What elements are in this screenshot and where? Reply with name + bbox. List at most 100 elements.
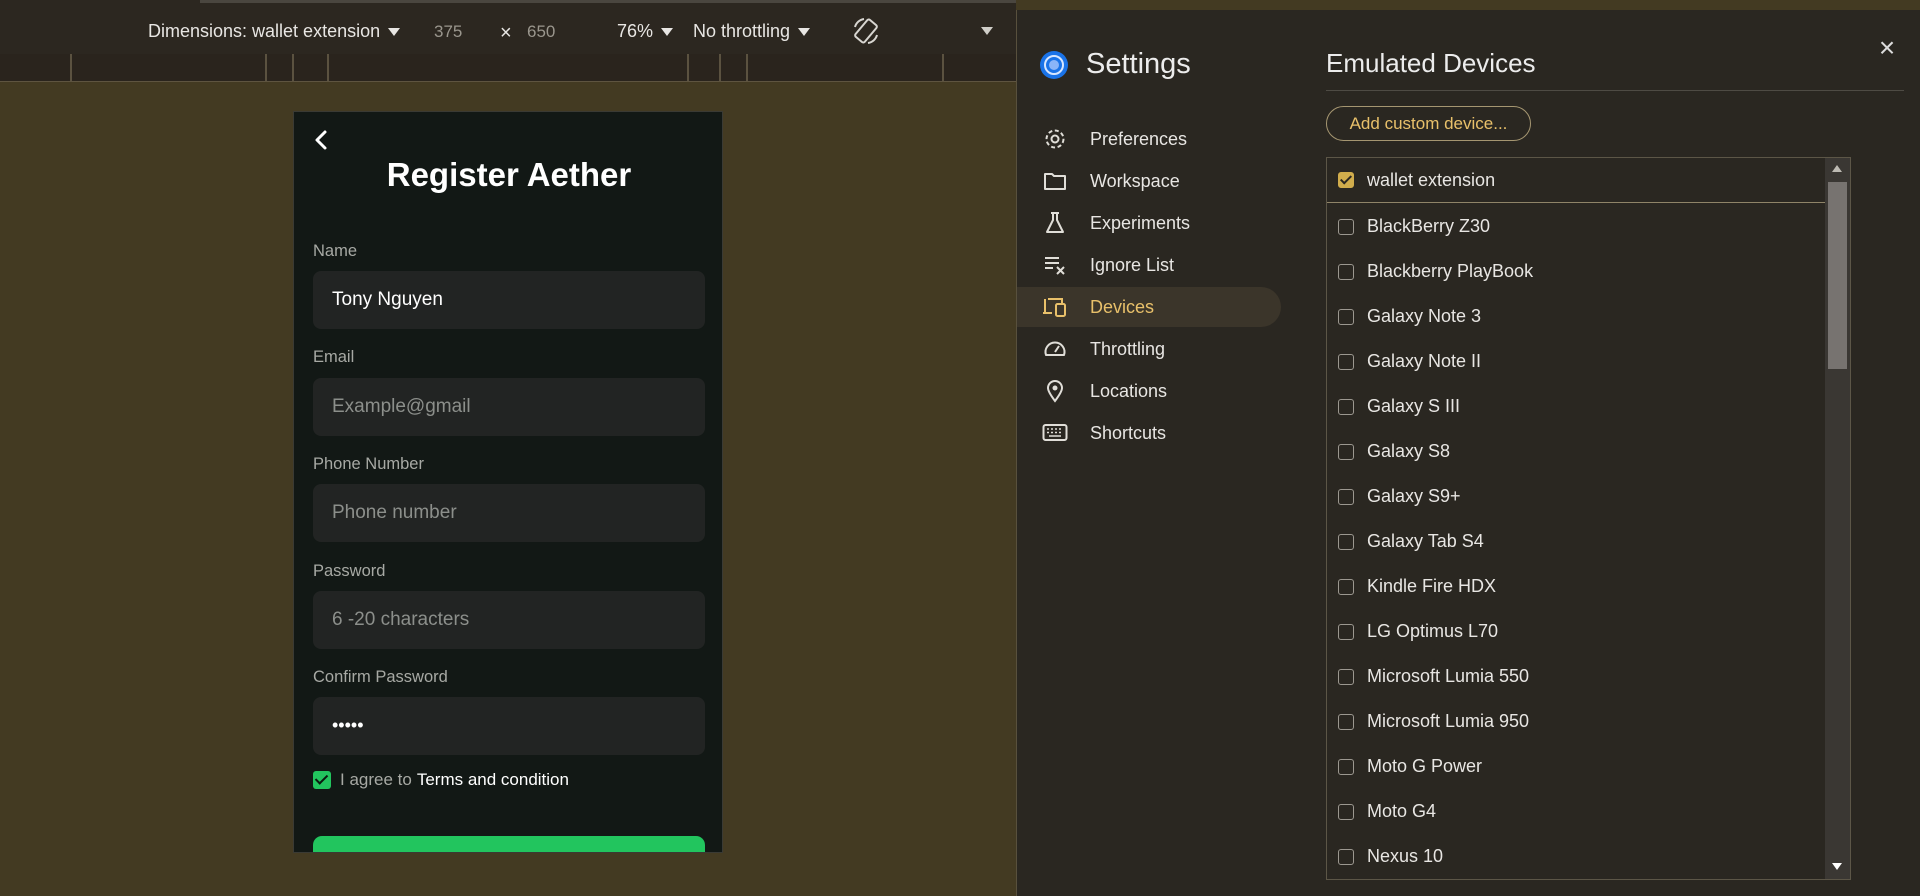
device-name: Kindle Fire HDX [1367,576,1497,596]
title-divider [1326,90,1904,91]
throttling-dropdown[interactable]: No throttling [693,21,811,42]
device-item[interactable]: Kindle Fire HDX [1327,564,1825,609]
phone-number-field[interactable]: Phone number [313,484,705,542]
nav-throttling[interactable]: Throttling [1017,329,1281,369]
device-name: Microsoft Lumia 950 [1367,711,1530,731]
device-name: Nexus 10 [1367,846,1444,866]
device-name: Blackberry PlayBook [1367,261,1534,281]
gear-icon [1042,126,1068,152]
emulated-devices-title: Emulated Devices [1326,48,1536,78]
device-list-scrollbar[interactable] [1825,158,1850,879]
device-name: wallet extension [1367,169,1496,190]
device-item[interactable]: Galaxy Note 3 [1327,294,1825,339]
nav-ignore-list[interactable]: Ignore List [1017,245,1281,285]
zoom-label: 76% [617,21,654,41]
nav-shortcuts[interactable]: Shortcuts [1017,413,1281,453]
phone-viewport: Register Aether Name Tony Nguyen Email E… [293,111,723,853]
device-item[interactable]: Moto G4 [1327,789,1825,834]
confirm-password-field[interactable]: ••••• [313,697,705,755]
device-item[interactable]: Microsoft Lumia 550 [1327,654,1825,699]
scroll-up-arrow-icon[interactable] [1832,165,1842,172]
height-input[interactable]: 650 [527,17,607,47]
chevron-down-icon [661,27,674,36]
device-item[interactable]: Galaxy Tab S4 [1327,519,1825,564]
scrollbar-thumb[interactable] [1828,182,1847,369]
device-item[interactable]: Galaxy S III [1327,384,1825,429]
email-field[interactable]: Example@gmail [313,378,705,436]
device-checkbox[interactable] [1338,533,1354,550]
device-item[interactable]: Galaxy S8 [1327,429,1825,474]
agree-prefix: I agree to [340,770,412,789]
device-item[interactable]: Moto G Power [1327,744,1825,789]
speedometer-icon [1042,336,1068,362]
device-name: Galaxy S9+ [1367,486,1461,506]
dimensions-label: Dimensions: wallet extension [148,21,381,41]
nav-experiments[interactable]: Experiments [1017,203,1281,243]
device-item[interactable]: Galaxy Note II [1327,339,1825,384]
nav-label-workspace: Workspace [1090,170,1180,191]
nav-preferences[interactable]: Preferences [1017,119,1281,159]
device-item[interactable]: Blackberry PlayBook [1327,249,1825,294]
device-checkbox[interactable] [1338,668,1354,685]
device-checkbox[interactable] [1338,218,1354,235]
device-checkbox[interactable] [1338,263,1354,280]
device-name: Galaxy S III [1367,396,1461,416]
device-checkbox[interactable] [1338,848,1354,865]
terms-agreement: I agree to Terms and condition [313,770,569,790]
settings-title: Settings [1086,48,1191,80]
nav-devices[interactable]: Devices [1017,287,1281,327]
back-chevron-icon[interactable] [312,128,332,152]
device-checkbox[interactable] [1338,578,1354,595]
dimension-times: × [500,22,512,44]
scroll-down-arrow-icon[interactable] [1832,863,1842,870]
page-title: Register Aether [386,156,632,193]
confirm-password-label: Confirm Password [313,668,448,686]
device-checkbox[interactable] [1338,488,1354,505]
device-checkbox[interactable] [1338,623,1354,640]
device-item[interactable]: LG Optimus L70 [1327,609,1825,654]
agree-checkbox[interactable] [313,771,331,789]
email-label: Email [313,348,355,366]
device-item[interactable]: wallet extension [1327,158,1825,203]
rotate-icon[interactable] [852,16,880,46]
device-item[interactable]: Nexus 10 [1327,834,1825,879]
device-checkbox[interactable] [1338,803,1354,820]
top-strip [0,0,1016,10]
folder-icon [1042,168,1068,194]
device-item[interactable]: Galaxy S9+ [1327,474,1825,519]
terms-link[interactable]: Terms and condition [417,770,569,790]
nav-label-devices: Devices [1090,296,1155,317]
zoom-dropdown[interactable]: 76% [617,21,674,42]
close-icon[interactable]: × [1873,34,1901,62]
nav-locations[interactable]: Locations [1017,371,1281,411]
device-item[interactable]: Microsoft Lumia 950 [1327,699,1825,744]
device-name: Galaxy S8 [1367,441,1451,461]
more-options-chevron-icon[interactable] [981,27,993,35]
throttling-label: No throttling [693,21,791,41]
password-field[interactable]: 6 -20 characters [313,591,705,649]
settings-panel: Settings × Preferences Workspace Experim… [1016,10,1920,896]
add-custom-device-button[interactable]: Add custom device... [1326,106,1531,141]
device-checkbox[interactable] [1338,758,1354,775]
device-checkbox[interactable] [1338,443,1354,460]
device-name: Galaxy Note II [1367,351,1482,371]
device-checkbox[interactable] [1338,308,1354,325]
device-name: Galaxy Note 3 [1367,306,1482,326]
device-checkbox[interactable] [1338,172,1354,188]
nav-label-throttling: Throttling [1090,338,1166,359]
device-item[interactable]: BlackBerry Z30 [1327,204,1825,249]
nav-workspace[interactable]: Workspace [1017,161,1281,201]
register-button[interactable] [313,836,705,852]
nav-label-locations: Locations [1090,380,1168,401]
device-checkbox[interactable] [1338,353,1354,370]
chevron-down-icon [388,27,401,36]
dimensions-dropdown[interactable]: Dimensions: wallet extension [148,21,401,42]
nav-label-shortcuts: Shortcuts [1090,422,1167,443]
name-label: Name [313,242,358,260]
device-checkbox[interactable] [1338,398,1354,415]
name-field[interactable]: Tony Nguyen [313,271,705,329]
device-checkbox[interactable] [1338,713,1354,730]
device-list: wallet extension BlackBerry Z30 Blackber… [1326,157,1851,880]
keyboard-icon [1042,420,1068,446]
flask-icon [1042,210,1068,236]
